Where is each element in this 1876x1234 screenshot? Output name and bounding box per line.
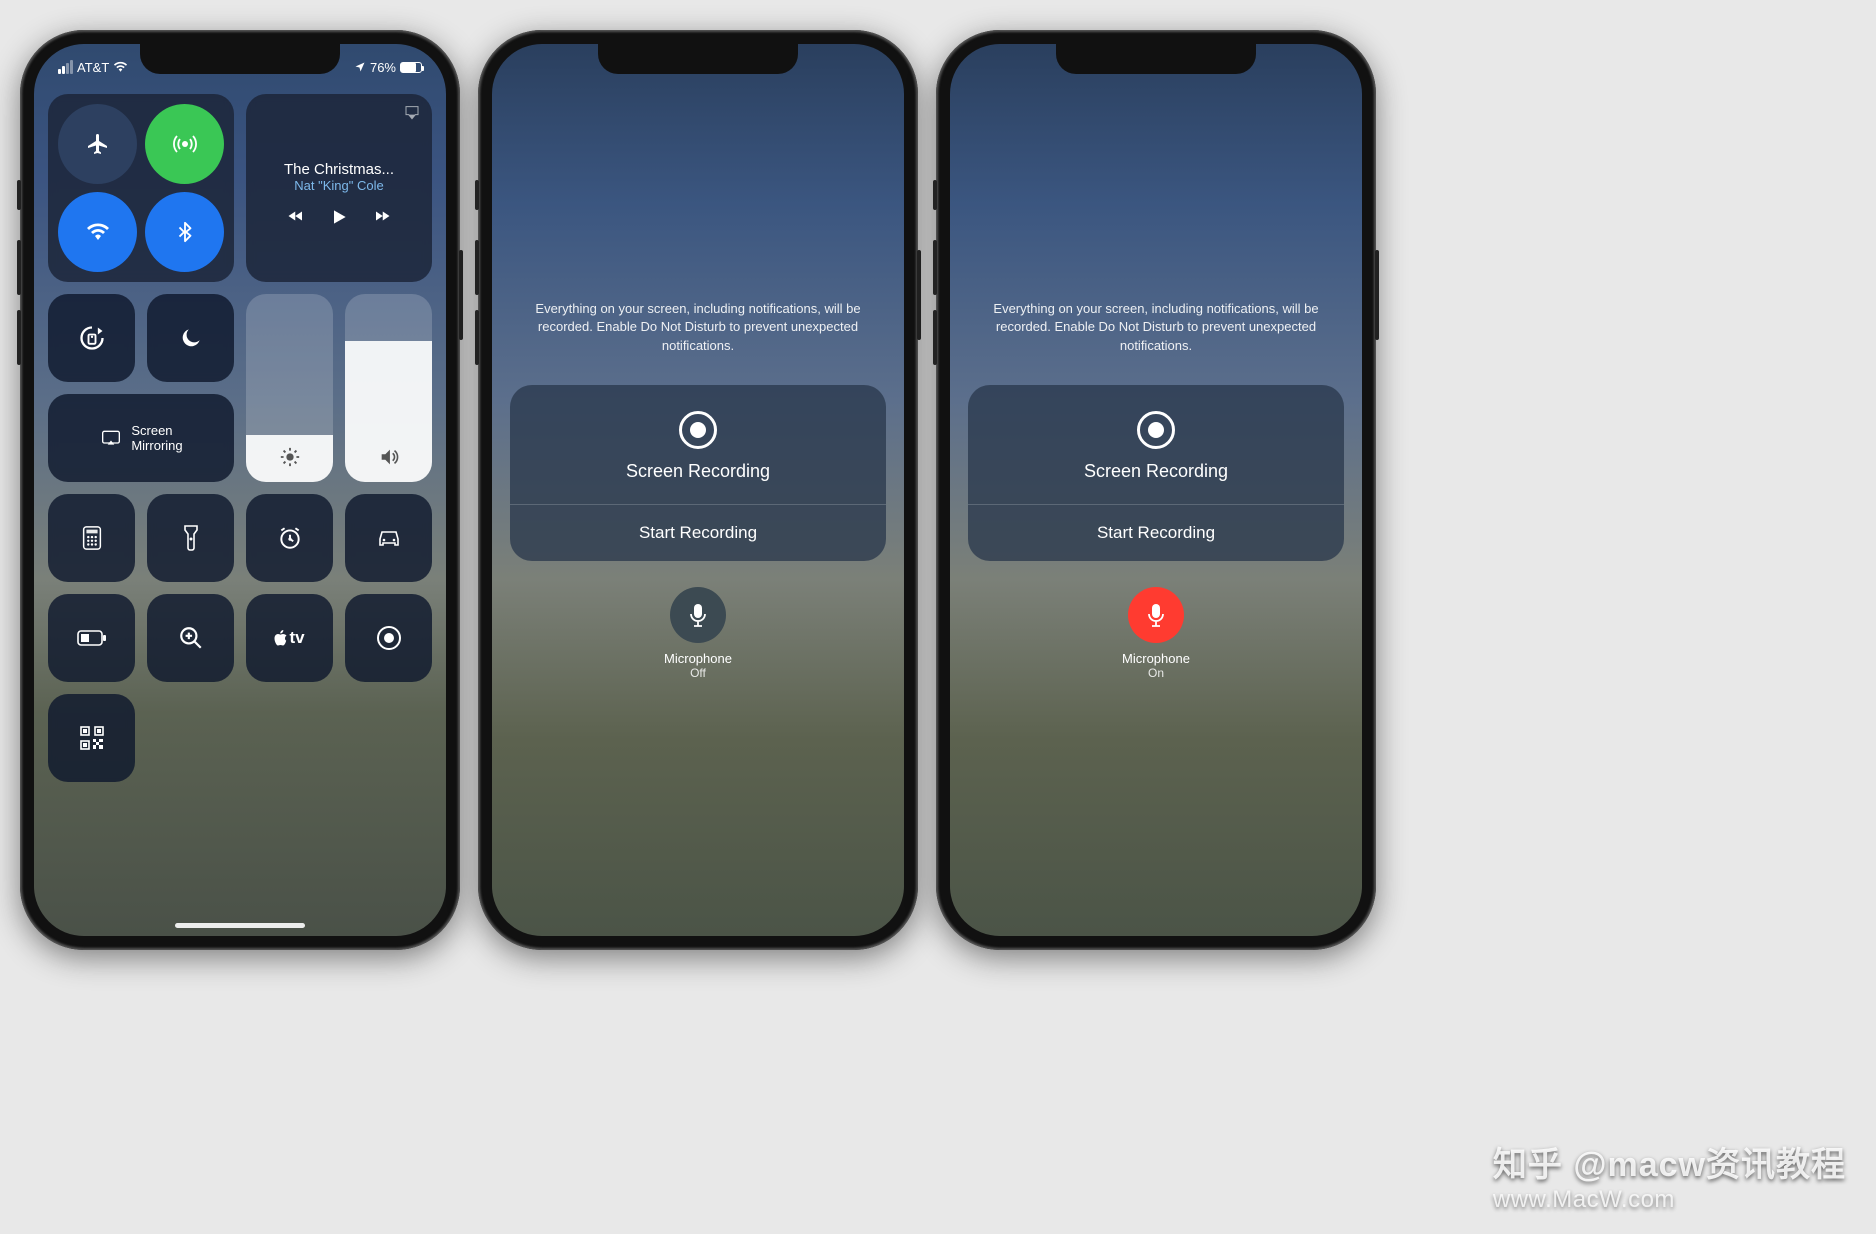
microphone-label: Microphone	[1122, 651, 1190, 666]
cellular-data-toggle[interactable]	[145, 104, 224, 184]
rewind-button[interactable]	[285, 207, 307, 227]
recording-title: Screen Recording	[510, 461, 886, 482]
wifi-toggle[interactable]	[58, 192, 137, 272]
battery-pct: 76%	[370, 60, 396, 75]
do-not-disturb-toggle[interactable]	[147, 294, 234, 382]
volume-slider[interactable]	[345, 294, 432, 482]
connectivity-group	[48, 94, 234, 282]
start-recording-button[interactable]: Start Recording	[968, 505, 1344, 561]
microphone-label: Microphone	[664, 651, 732, 666]
qr-code-button[interactable]	[48, 694, 135, 782]
rotation-lock-toggle[interactable]	[48, 294, 135, 382]
track-artist: Nat "King" Cole	[294, 178, 383, 193]
now-playing-tile[interactable]: The Christmas... Nat "King" Cole	[246, 94, 432, 282]
start-recording-button[interactable]: Start Recording	[510, 505, 886, 561]
watermark-brand: 知乎 @macw资讯教程	[1493, 1146, 1846, 1184]
screen-record-button[interactable]	[345, 594, 432, 682]
airplane-mode-toggle[interactable]	[58, 104, 137, 184]
record-icon	[679, 411, 717, 449]
watermark-url: www.MacW.com	[1493, 1186, 1846, 1214]
screen-mirroring-label: Screen Mirroring	[131, 423, 182, 453]
microphone-state: Off	[664, 666, 732, 680]
phone-recording-mic-off: Everything on your screen, including not…	[478, 30, 918, 950]
alarm-button[interactable]	[246, 494, 333, 582]
record-icon	[1137, 411, 1175, 449]
phone-control-center: AT&T 76%	[20, 30, 460, 950]
recording-card: Screen Recording Start Recording	[968, 385, 1344, 561]
low-power-button[interactable]	[48, 594, 135, 682]
driving-mode-button[interactable]	[345, 494, 432, 582]
play-button[interactable]	[329, 207, 349, 227]
screen-mirroring-icon	[99, 428, 123, 448]
notch	[598, 44, 798, 74]
notch	[1056, 44, 1256, 74]
battery-icon	[400, 62, 422, 73]
apple-tv-button[interactable]: tv	[246, 594, 333, 682]
recording-card: Screen Recording Start Recording	[510, 385, 886, 561]
brightness-slider[interactable]	[246, 294, 333, 482]
flashlight-button[interactable]	[147, 494, 234, 582]
phone-recording-mic-on: Everything on your screen, including not…	[936, 30, 1376, 950]
volume-icon	[377, 446, 401, 468]
microphone-toggle[interactable]	[1128, 587, 1184, 643]
microphone-toggle[interactable]	[670, 587, 726, 643]
magnifier-button[interactable]	[147, 594, 234, 682]
wifi-status-icon	[113, 61, 128, 73]
carrier-label: AT&T	[77, 60, 109, 75]
signal-icon	[58, 60, 73, 74]
watermark: 知乎 @macw资讯教程 www.MacW.com	[1493, 1137, 1846, 1214]
brightness-icon	[279, 446, 301, 468]
recording-notice: Everything on your screen, including not…	[510, 300, 886, 355]
calculator-button[interactable]	[48, 494, 135, 582]
recording-title: Screen Recording	[968, 461, 1344, 482]
notch	[140, 44, 340, 74]
home-indicator[interactable]	[175, 923, 305, 928]
bluetooth-toggle[interactable]	[145, 192, 224, 272]
recording-notice: Everything on your screen, including not…	[968, 300, 1344, 355]
track-title: The Christmas...	[284, 161, 394, 178]
airplay-icon[interactable]	[404, 104, 420, 120]
location-icon	[354, 61, 366, 73]
microphone-state: On	[1122, 666, 1190, 680]
forward-button[interactable]	[371, 207, 393, 227]
screen-mirroring-button[interactable]: Screen Mirroring	[48, 394, 234, 482]
